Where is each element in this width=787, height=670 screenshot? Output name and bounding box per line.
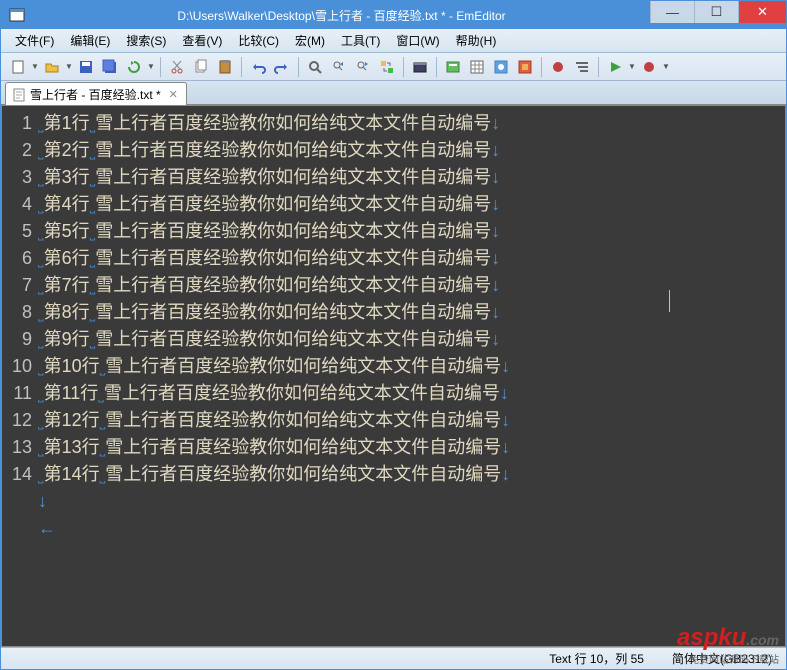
maximize-button[interactable]: ☐ [694, 1, 738, 23]
menu-edit[interactable]: 编辑(E) [64, 30, 116, 51]
window-title: D:\Users\Walker\Desktop\雪上行者 - 百度经验.txt … [33, 7, 650, 24]
menu-compare[interactable]: 比较(C) [232, 30, 285, 51]
new-dropdown-icon[interactable]: ▼ [31, 62, 39, 71]
reload-dropdown-icon[interactable]: ▼ [147, 62, 155, 71]
titlebar[interactable]: D:\Users\Walker\Desktop\雪上行者 - 百度经验.txt … [1, 1, 786, 29]
line-number: 5 [2, 218, 38, 245]
line-number: 14 [2, 461, 38, 488]
open-dropdown-icon[interactable]: ▼ [65, 62, 73, 71]
menubar: 文件(F) 编辑(E) 搜索(S) 查看(V) 比较(C) 宏(M) 工具(T)… [1, 29, 786, 53]
watermark-sub: 免费网站源码下载站 [689, 651, 779, 666]
separator [160, 57, 161, 77]
menu-tools[interactable]: 工具(T) [335, 30, 386, 51]
app-icon [7, 5, 27, 25]
cut-icon[interactable] [166, 56, 188, 78]
plugin-icon[interactable] [514, 56, 536, 78]
replace-icon[interactable] [376, 56, 398, 78]
app-window: D:\Users\Walker\Desktop\雪上行者 - 百度经验.txt … [0, 0, 787, 670]
paste-icon[interactable] [214, 56, 236, 78]
minimize-button[interactable]: — [650, 1, 694, 23]
separator [241, 57, 242, 77]
line-number-gutter: 1234567891011121314 [2, 106, 38, 542]
menu-window[interactable]: 窗口(W) [390, 30, 445, 51]
find-prev-icon[interactable] [328, 56, 350, 78]
line-number: 2 [2, 137, 38, 164]
record-dropdown-icon[interactable]: ▼ [662, 62, 670, 71]
new-file-icon[interactable] [7, 56, 29, 78]
line-number: 11 [2, 380, 38, 407]
line-number: 12 [2, 407, 38, 434]
line-number: 7 [2, 272, 38, 299]
editor-area[interactable]: 1234567891011121314 ⎵第1行⎵雪上行者百度经验教你如何给纯文… [1, 105, 786, 647]
text-cursor [669, 290, 670, 312]
menu-help[interactable]: 帮助(H) [450, 30, 503, 51]
project-icon[interactable] [442, 56, 464, 78]
text-line[interactable]: ⎵第8行⎵雪上行者百度经验教你如何给纯文本文件自动编号↓ [38, 299, 785, 326]
text-line[interactable]: ⎵第13行⎵雪上行者百度经验教你如何给纯文本文件自动编号↓ [38, 434, 785, 461]
separator [298, 57, 299, 77]
file-icon [12, 88, 26, 102]
text-line[interactable]: ⎵第9行⎵雪上行者百度经验教你如何给纯文本文件自动编号↓ [38, 326, 785, 353]
line-number: 6 [2, 245, 38, 272]
menu-file[interactable]: 文件(F) [9, 30, 60, 51]
text-line[interactable]: ↓ [38, 488, 785, 515]
find-icon[interactable] [304, 56, 326, 78]
line-number: 13 [2, 434, 38, 461]
separator [598, 57, 599, 77]
config-icon[interactable] [490, 56, 512, 78]
document-tab[interactable]: 雪上行者 - 百度经验.txt * ✕ [5, 82, 187, 105]
csv-icon[interactable] [466, 56, 488, 78]
toolbar: ▼ ▼ ▼ ▼ ▼ [1, 53, 786, 81]
text-line[interactable]: ⎵第2行⎵雪上行者百度经验教你如何给纯文本文件自动编号↓ [38, 137, 785, 164]
text-line[interactable]: ← [38, 515, 785, 542]
find-next-icon[interactable] [352, 56, 374, 78]
text-line[interactable]: ⎵第5行⎵雪上行者百度经验教你如何给纯文本文件自动编号↓ [38, 218, 785, 245]
save-all-icon[interactable] [99, 56, 121, 78]
macro-record-icon[interactable] [638, 56, 660, 78]
statusbar: Text 行 10，列 55 简体中文(GB2312) [1, 647, 786, 669]
external-tool-icon[interactable] [409, 56, 431, 78]
text-line[interactable]: ⎵第1行⎵雪上行者百度经验教你如何给纯文本文件自动编号↓ [38, 110, 785, 137]
menu-view[interactable]: 查看(V) [176, 30, 228, 51]
line-number: 3 [2, 164, 38, 191]
copy-icon[interactable] [190, 56, 212, 78]
editor-content[interactable]: ⎵第1行⎵雪上行者百度经验教你如何给纯文本文件自动编号↓⎵第2行⎵雪上行者百度经… [38, 106, 785, 542]
line-number: 8 [2, 299, 38, 326]
open-file-icon[interactable] [41, 56, 63, 78]
text-line[interactable]: ⎵第4行⎵雪上行者百度经验教你如何给纯文本文件自动编号↓ [38, 191, 785, 218]
bookmark-icon[interactable] [547, 56, 569, 78]
undo-icon[interactable] [247, 56, 269, 78]
line-number: 10 [2, 353, 38, 380]
macro-play-icon[interactable] [604, 56, 626, 78]
watermark-logo: aspku.com [677, 624, 779, 652]
redo-icon[interactable] [271, 56, 293, 78]
outline-icon[interactable] [571, 56, 593, 78]
tabbar: 雪上行者 - 百度经验.txt * ✕ [1, 81, 786, 105]
text-line[interactable]: ⎵第10行⎵雪上行者百度经验教你如何给纯文本文件自动编号↓ [38, 353, 785, 380]
window-controls: — ☐ ✕ [650, 1, 786, 29]
status-position: Text 行 10，列 55 [543, 650, 650, 667]
separator [403, 57, 404, 77]
text-line[interactable]: ⎵第3行⎵雪上行者百度经验教你如何给纯文本文件自动编号↓ [38, 164, 785, 191]
macro-dropdown-icon[interactable]: ▼ [628, 62, 636, 71]
tab-label: 雪上行者 - 百度经验.txt * [30, 86, 161, 103]
separator [541, 57, 542, 77]
text-line[interactable]: ⎵第14行⎵雪上行者百度经验教你如何给纯文本文件自动编号↓ [38, 461, 785, 488]
text-line[interactable]: ⎵第6行⎵雪上行者百度经验教你如何给纯文本文件自动编号↓ [38, 245, 785, 272]
line-number: 9 [2, 326, 38, 353]
text-line[interactable]: ⎵第12行⎵雪上行者百度经验教你如何给纯文本文件自动编号↓ [38, 407, 785, 434]
tab-close-icon[interactable]: ✕ [169, 88, 178, 101]
text-line[interactable]: ⎵第7行⎵雪上行者百度经验教你如何给纯文本文件自动编号↓ [38, 272, 785, 299]
separator [436, 57, 437, 77]
reload-icon[interactable] [123, 56, 145, 78]
menu-search[interactable]: 搜索(S) [120, 30, 172, 51]
line-number: 1 [2, 110, 38, 137]
line-number: 4 [2, 191, 38, 218]
save-icon[interactable] [75, 56, 97, 78]
menu-macro[interactable]: 宏(M) [289, 30, 331, 51]
close-button[interactable]: ✕ [738, 1, 786, 23]
text-line[interactable]: ⎵第11行⎵雪上行者百度经验教你如何给纯文本文件自动编号↓ [38, 380, 785, 407]
